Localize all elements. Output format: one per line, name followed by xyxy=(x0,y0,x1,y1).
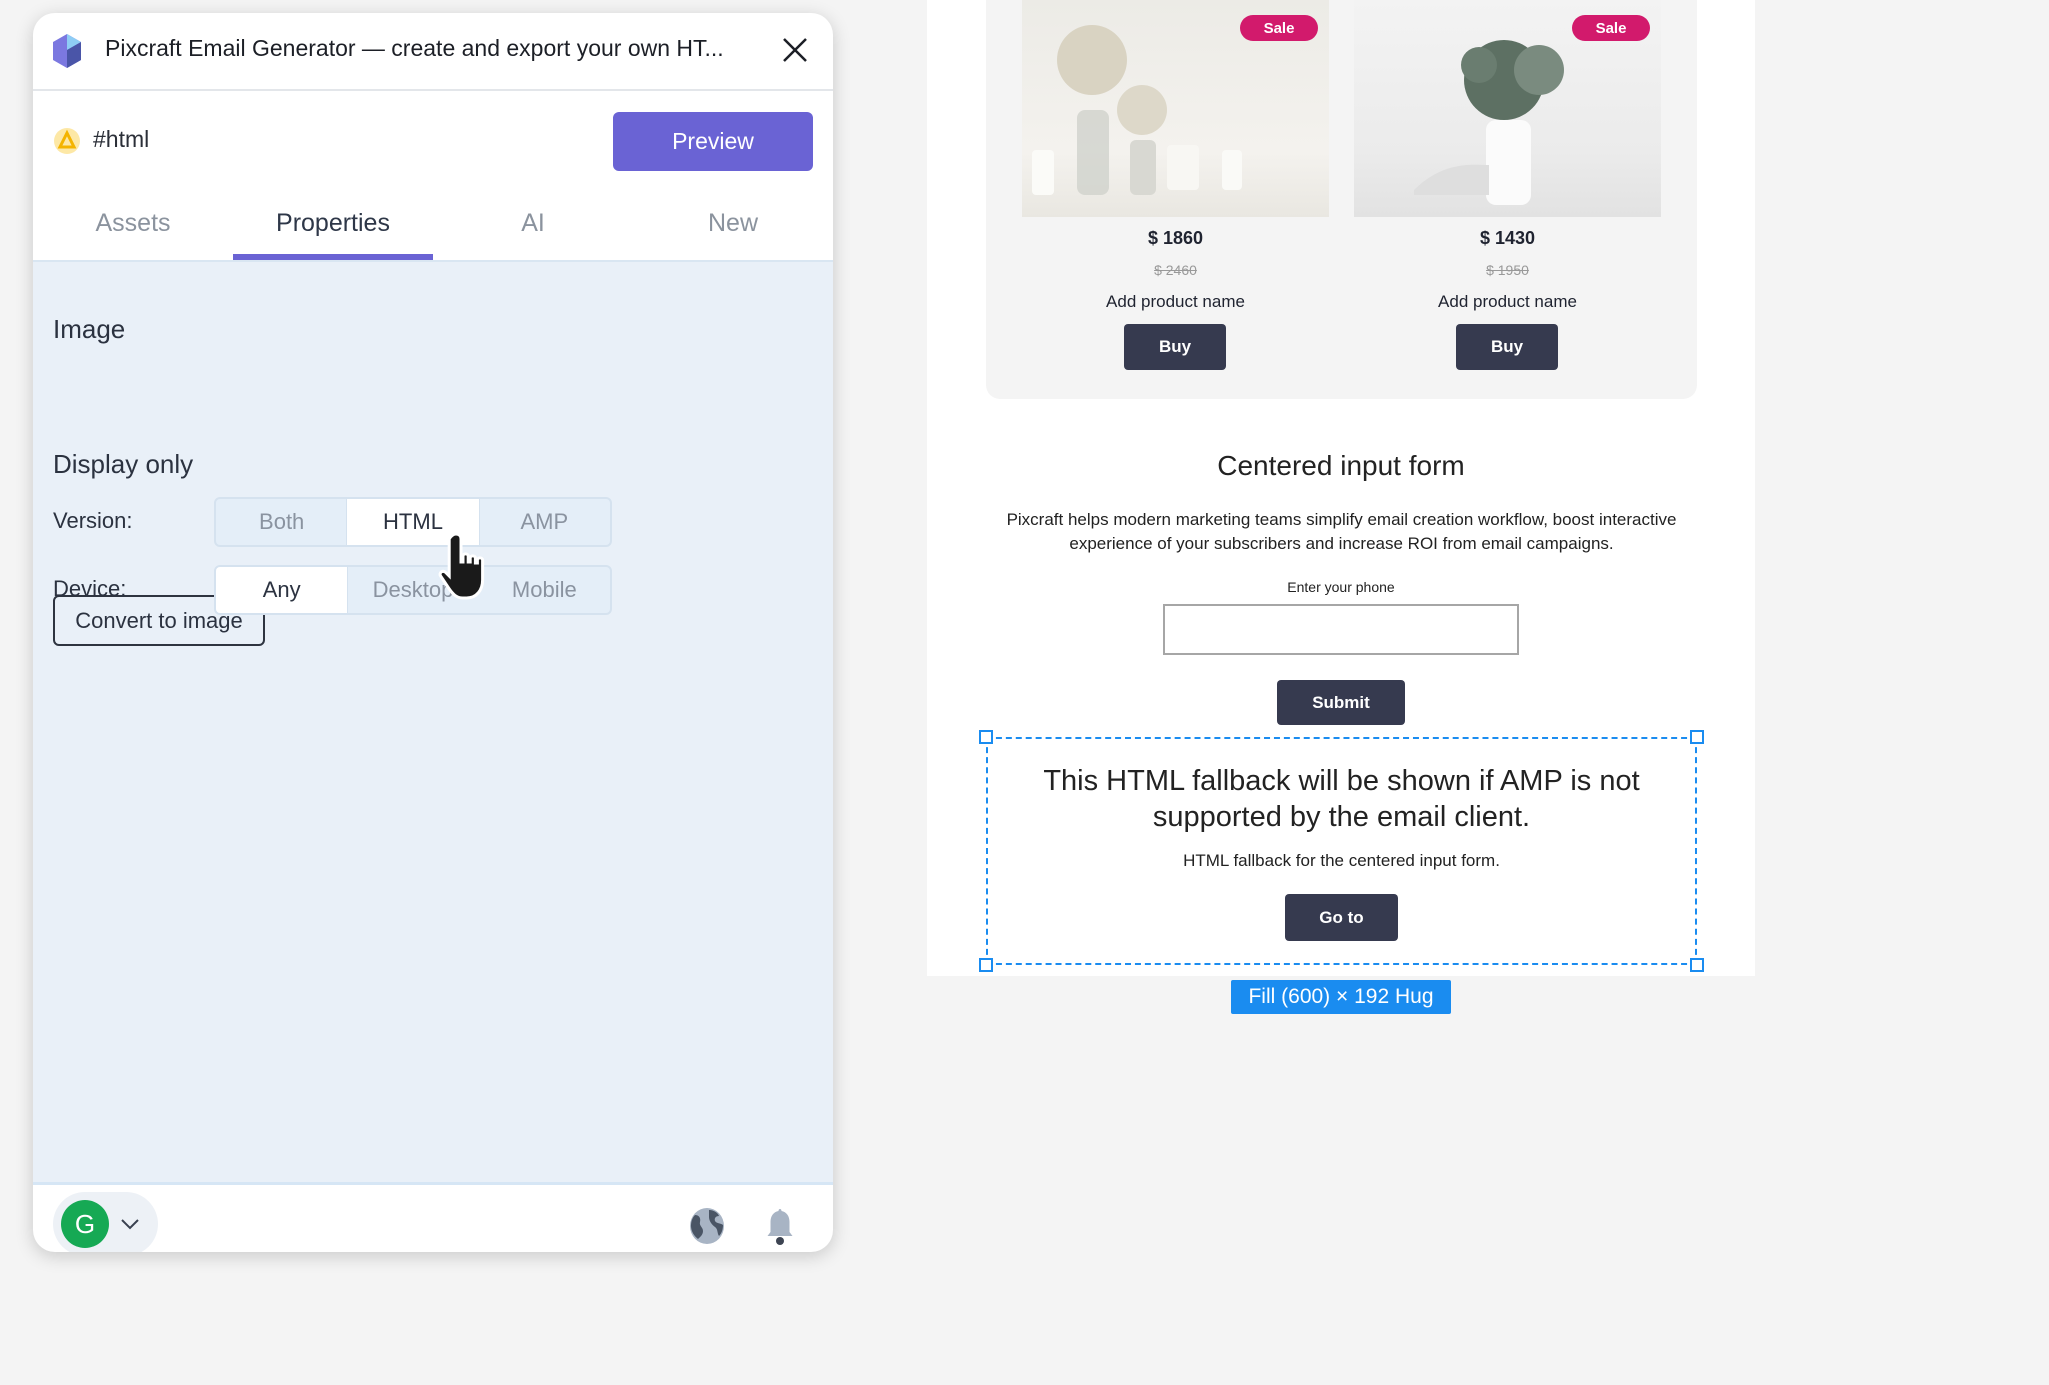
tab-new[interactable]: New xyxy=(633,209,833,238)
product-old-price: $ 1950 xyxy=(1486,262,1529,278)
version-amp[interactable]: AMP xyxy=(479,499,610,545)
sale-badge: Sale xyxy=(1240,15,1318,41)
product-card-block: Sale Sale $ 1860 $ 1430 $ 2460 $ 1950 Ad… xyxy=(986,0,1697,399)
preview-button[interactable]: Preview xyxy=(613,112,813,171)
phone-label: Enter your phone xyxy=(1287,579,1395,595)
version-label: Version: xyxy=(53,508,133,533)
product-price: $ 1430 xyxy=(1479,228,1536,248)
version-both[interactable]: Both xyxy=(216,499,347,545)
tab-ai[interactable]: AI xyxy=(433,209,633,238)
bell-icon[interactable] xyxy=(764,1207,796,1247)
device-any[interactable]: Any xyxy=(216,567,348,613)
panel-header: Pixcraft Email Generator — create and ex… xyxy=(33,13,833,91)
buy-button[interactable]: Buy xyxy=(1124,324,1226,370)
html-fallback-block-selected[interactable]: This HTML fallback will be shown if AMP … xyxy=(979,730,1704,972)
product-price: $ 1860 xyxy=(1147,228,1204,248)
email-canvas: Sale Sale $ 1860 $ 1430 $ 2460 $ 1950 Ad… xyxy=(927,0,1755,976)
fallback-title: This HTML fallback will be shown if AMP … xyxy=(1043,765,1640,833)
sale-badge: Sale xyxy=(1572,15,1650,41)
device-mobile[interactable]: Mobile xyxy=(479,567,610,613)
image-heading: Image xyxy=(53,314,126,344)
resize-handle-top-right[interactable] xyxy=(1690,730,1704,744)
html-tag: #html xyxy=(93,126,150,152)
resize-handle-bottom-right[interactable] xyxy=(1690,958,1704,972)
buy-button[interactable]: Buy xyxy=(1456,324,1558,370)
globe-icon[interactable] xyxy=(689,1207,725,1245)
product-old-price: $ 2460 xyxy=(1154,262,1197,278)
product-name: Add product name xyxy=(1438,292,1577,311)
close-icon[interactable] xyxy=(778,33,812,67)
form-title: Centered input form xyxy=(1217,450,1465,481)
submit-button[interactable]: Submit xyxy=(1277,680,1405,725)
resize-handle-top-left[interactable] xyxy=(979,730,993,744)
tab-properties[interactable]: Properties xyxy=(233,209,433,238)
panel-footer: G xyxy=(33,1185,833,1252)
device-segmented-control: Any Desktop Mobile xyxy=(214,565,612,615)
phone-input[interactable] xyxy=(1163,604,1519,655)
version-segmented-control: Both HTML AMP xyxy=(214,497,612,547)
avatar: G xyxy=(61,1200,109,1248)
hand-cursor-icon xyxy=(438,532,485,600)
fallback-subtitle: HTML fallback for the centered input for… xyxy=(1183,851,1500,870)
device-label: Device: xyxy=(53,576,127,601)
chevron-down-icon xyxy=(121,1219,139,1230)
product-image[interactable]: Sale xyxy=(1354,0,1661,217)
email-generator-panel: Pixcraft Email Generator — create and ex… xyxy=(33,13,833,1252)
product-image[interactable]: Sale xyxy=(1022,0,1329,217)
form-description: Pixcraft helps modern marketing teams si… xyxy=(1006,510,1677,553)
warning-icon xyxy=(54,128,80,154)
tab-assets[interactable]: Assets xyxy=(33,209,233,238)
pixcraft-logo-icon xyxy=(53,34,81,68)
properties-pane: Image Convert to image Display only Vers… xyxy=(33,260,833,1185)
selection-size-label: Fill (600) × 192 Hug xyxy=(1231,980,1451,1014)
display-only-heading: Display only xyxy=(53,449,194,479)
resize-handle-bottom-left[interactable] xyxy=(979,958,993,972)
product-name: Add product name xyxy=(1106,292,1245,311)
window-title: Pixcraft Email Generator — create and ex… xyxy=(105,35,724,61)
go-to-button[interactable]: Go to xyxy=(1285,894,1398,941)
user-menu[interactable]: G xyxy=(53,1192,158,1252)
